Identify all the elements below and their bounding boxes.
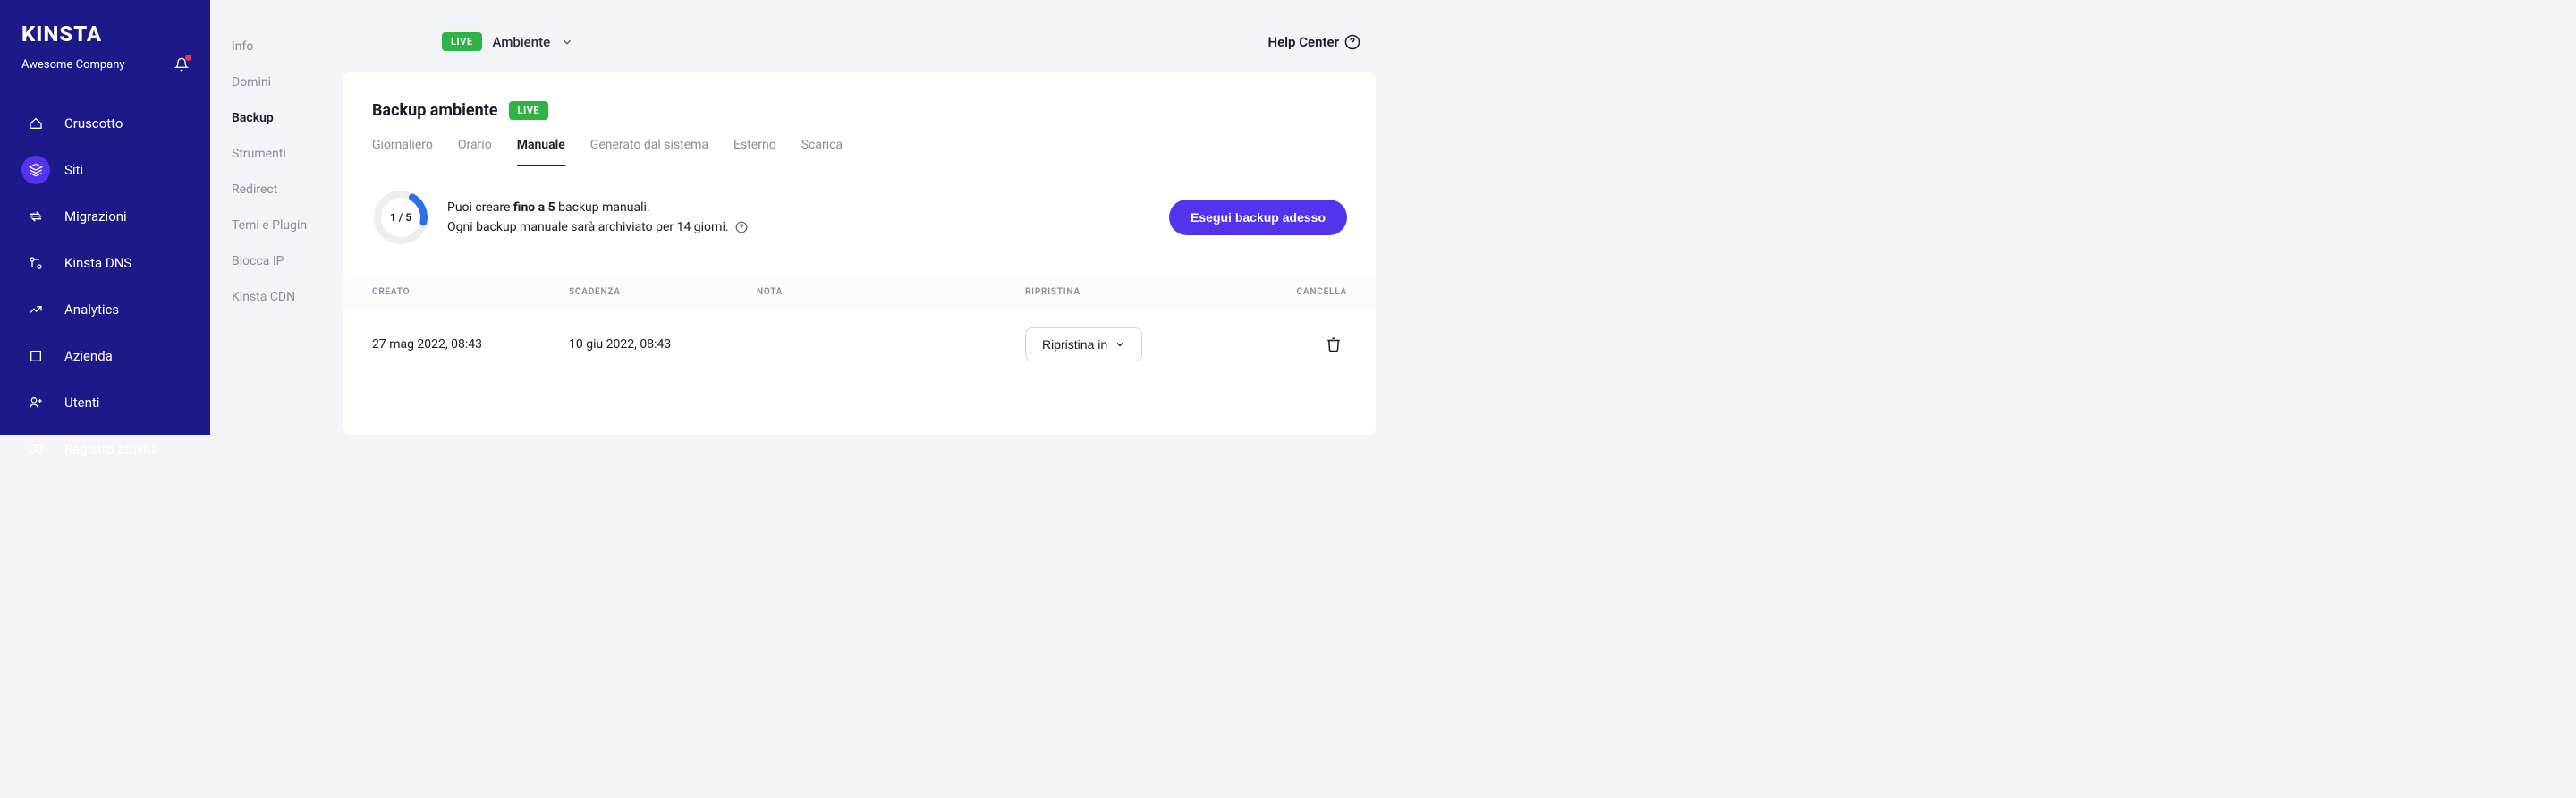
nav-label: Migrazioni <box>64 208 127 225</box>
live-badge-header: LIVE <box>509 101 549 120</box>
secondary-nav-redirect[interactable]: Redirect <box>210 172 343 208</box>
logo-section: KINSTA <box>0 0 210 57</box>
secondary-sidebar: Info Domini Backup Strumenti Redirect Te… <box>210 0 343 435</box>
building-icon <box>29 349 43 363</box>
col-header-delete: CANCELLA <box>1249 287 1347 297</box>
table-header: CREATO SCADENZA NOTA RIPRISTINA CANCELLA <box>343 275 1376 310</box>
main-content: LIVE Ambiente Help Center Backup ambient… <box>343 0 1389 435</box>
nav-item-activity[interactable]: Registro attività <box>0 426 210 472</box>
nav-item-sites[interactable]: Siti <box>0 147 210 193</box>
col-header-created: CREATO <box>372 287 569 297</box>
home-icon <box>29 116 43 131</box>
restore-button[interactable]: Ripristina in <box>1025 327 1142 361</box>
nav-label: Utenti <box>64 395 99 411</box>
col-header-note: NOTA <box>757 287 1025 297</box>
nav-item-migrations[interactable]: Migrazioni <box>0 193 210 240</box>
nav-label: Azienda <box>64 348 113 364</box>
layers-icon <box>29 163 43 177</box>
help-center-label: Help Center <box>1267 34 1339 50</box>
backup-info-left: 1 / 5 Puoi creare fino a 5 backup manual… <box>372 189 748 246</box>
cell-delete <box>1249 331 1347 358</box>
col-header-expires: SCADENZA <box>569 287 757 297</box>
main-sidebar: KINSTA Awesome Company Cruscotto Siti <box>0 0 210 435</box>
backup-info-text: Puoi creare fino a 5 backup manuali. Ogn… <box>447 198 748 238</box>
chevron-down-icon <box>561 36 573 48</box>
help-icon <box>1344 34 1360 50</box>
chevron-down-icon <box>1114 339 1125 350</box>
live-badge: LIVE <box>442 32 482 51</box>
nav-item-company[interactable]: Azienda <box>0 333 210 379</box>
trash-icon <box>1326 336 1342 352</box>
tab-manual[interactable]: Manuale <box>517 138 565 166</box>
backup-table: CREATO SCADENZA NOTA RIPRISTINA CANCELLA… <box>343 275 1376 379</box>
eye-icon <box>29 442 43 456</box>
secondary-nav-domains[interactable]: Domini <box>210 64 343 100</box>
chart-icon <box>29 302 43 317</box>
tab-hourly[interactable]: Orario <box>458 138 492 166</box>
nav-item-dns[interactable]: Kinsta DNS <box>0 240 210 286</box>
progress-circle: 1 / 5 <box>372 189 429 246</box>
secondary-nav-blockip[interactable]: Blocca IP <box>210 243 343 279</box>
arrows-icon <box>29 209 43 224</box>
secondary-nav-info[interactable]: Info <box>210 29 343 64</box>
help-center-link[interactable]: Help Center <box>1267 34 1360 50</box>
content-card: Backup ambiente LIVE Giornaliero Orario … <box>343 72 1376 435</box>
secondary-nav-cdn[interactable]: Kinsta CDN <box>210 279 343 315</box>
tab-daily[interactable]: Giornaliero <box>372 138 433 166</box>
logo: KINSTA <box>21 21 189 47</box>
nav-label: Kinsta DNS <box>64 255 131 271</box>
cell-expires: 10 giu 2022, 08:43 <box>569 337 757 352</box>
nav-item-users[interactable]: Utenti <box>0 379 210 426</box>
cell-created: 27 mag 2022, 08:43 <box>372 337 569 352</box>
env-label: Ambiente <box>493 34 551 50</box>
nav-label: Registro attività <box>64 441 158 457</box>
secondary-nav-tools[interactable]: Strumenti <box>210 136 343 172</box>
nav-label: Siti <box>64 162 83 178</box>
backup-now-button[interactable]: Esegui backup adesso <box>1169 200 1347 235</box>
notification-dot <box>185 55 191 61</box>
users-icon <box>29 395 43 410</box>
backup-info-section: 1 / 5 Puoi creare fino a 5 backup manual… <box>343 167 1376 275</box>
company-name: Awesome Company <box>21 58 125 72</box>
cell-restore: Ripristina in <box>1025 327 1249 361</box>
col-header-restore: RIPRISTINA <box>1025 287 1249 297</box>
tab-download[interactable]: Scarica <box>801 138 843 166</box>
top-bar: LIVE Ambiente Help Center <box>343 0 1389 72</box>
tab-external[interactable]: Esterno <box>733 138 776 166</box>
restore-button-label: Ripristina in <box>1042 337 1107 352</box>
company-row: Awesome Company <box>0 57 210 93</box>
progress-label: 1 / 5 <box>390 211 411 224</box>
nav-label: Cruscotto <box>64 115 123 132</box>
help-icon[interactable] <box>735 221 748 233</box>
main-nav: Cruscotto Siti Migrazioni Kinsta DNS Ana… <box>0 93 210 480</box>
card-header: Backup ambiente LIVE <box>343 72 1376 138</box>
nav-item-dashboard[interactable]: Cruscotto <box>0 100 210 147</box>
nav-label: Analytics <box>64 301 119 318</box>
delete-button[interactable] <box>1320 331 1347 358</box>
nav-item-analytics[interactable]: Analytics <box>0 286 210 333</box>
dns-icon <box>29 256 43 270</box>
table-row: 27 mag 2022, 08:43 10 giu 2022, 08:43 Ri… <box>343 310 1376 379</box>
notification-button[interactable] <box>174 57 189 72</box>
tabs: Giornaliero Orario Manuale Generato dal … <box>343 138 1376 167</box>
tab-system[interactable]: Generato dal sistema <box>590 138 708 166</box>
secondary-nav-backup[interactable]: Backup <box>210 100 343 136</box>
page-title: Backup ambiente <box>372 101 498 120</box>
environment-selector[interactable]: LIVE Ambiente <box>442 32 573 51</box>
secondary-nav-themes[interactable]: Temi e Plugin <box>210 208 343 243</box>
